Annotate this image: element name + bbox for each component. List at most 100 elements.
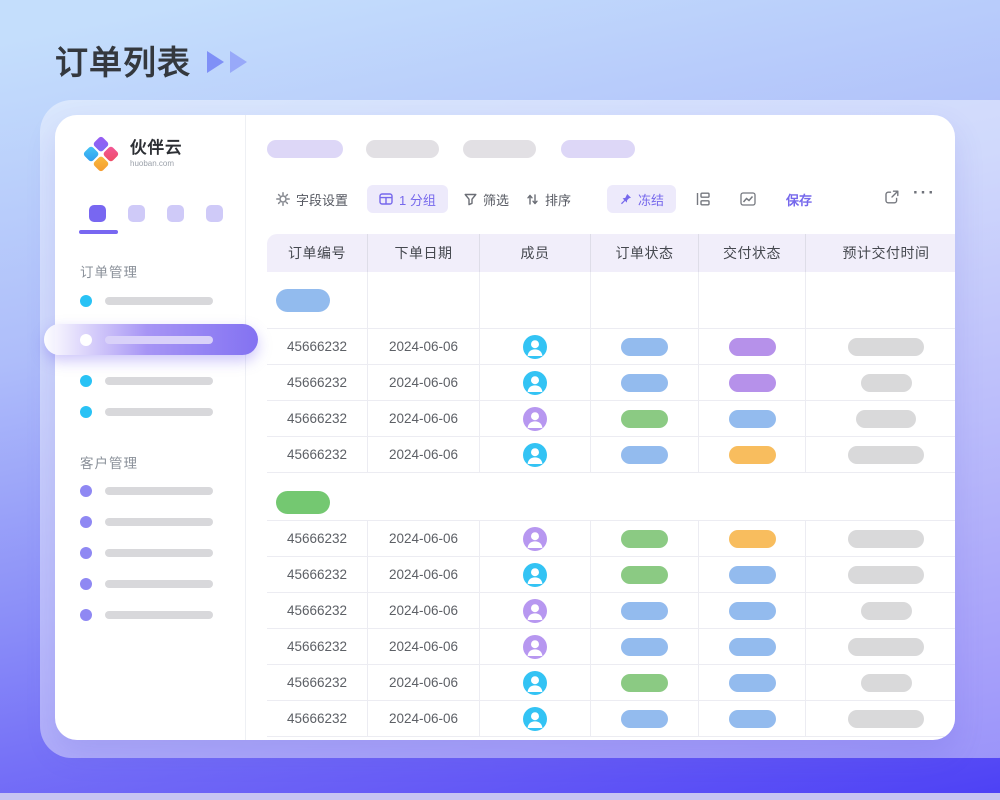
sidebar-item-active[interactable] bbox=[44, 324, 258, 355]
column-header-order-status[interactable]: 订单状态 bbox=[591, 234, 699, 272]
order-date-cell: 2024-06-06 bbox=[368, 665, 480, 700]
table-row[interactable]: 45666232 2024-06-06 bbox=[267, 437, 955, 473]
member-cell bbox=[480, 557, 591, 592]
more-button[interactable]: ··· bbox=[913, 185, 936, 201]
sort-arrows-icon bbox=[526, 193, 539, 206]
order-status-cell bbox=[591, 401, 699, 436]
order-number-cell: 45666232 bbox=[267, 629, 368, 664]
order-status-pill bbox=[621, 638, 668, 656]
order-status-pill bbox=[621, 530, 668, 548]
table-row[interactable]: 45666232 2024-06-06 bbox=[267, 593, 955, 629]
filter-button[interactable]: 筛选 bbox=[464, 191, 509, 207]
order-date-cell: 2024-06-06 bbox=[368, 557, 480, 592]
group-button[interactable]: 1 分组 bbox=[367, 185, 448, 213]
sidebar-item[interactable] bbox=[80, 406, 245, 418]
page-title-text: 订单列表 bbox=[55, 36, 191, 84]
member-avatar bbox=[523, 563, 547, 587]
delivery-status-pill bbox=[729, 674, 776, 692]
view-tab-placeholder[interactable] bbox=[366, 140, 439, 158]
bullet-dot-icon bbox=[80, 578, 92, 590]
eta-pill bbox=[848, 446, 924, 464]
order-number-cell: 45666232 bbox=[267, 665, 368, 700]
member-avatar bbox=[523, 671, 547, 695]
table-row[interactable]: 45666232 2024-06-06 bbox=[267, 401, 955, 437]
field-settings-label: 字段设置 bbox=[296, 190, 348, 209]
placeholder-bar bbox=[105, 518, 213, 526]
workspace-tabs bbox=[89, 205, 245, 222]
workspace-tab[interactable] bbox=[128, 205, 145, 222]
share-icon bbox=[884, 189, 900, 205]
sidebar-item[interactable] bbox=[80, 609, 245, 621]
column-header-eta[interactable]: 预计交付时间 bbox=[806, 234, 955, 272]
bullet-dot-icon bbox=[80, 375, 92, 387]
order-number-cell: 45666232 bbox=[267, 701, 368, 736]
sidebar-item[interactable] bbox=[80, 547, 245, 559]
field-settings-button[interactable]: 字段设置 bbox=[276, 191, 348, 207]
eta-pill bbox=[856, 410, 916, 428]
view-tab-placeholder[interactable] bbox=[561, 140, 635, 158]
order-number-cell: 45666232 bbox=[267, 437, 368, 472]
delivery-status-pill bbox=[729, 410, 776, 428]
workspace-tab[interactable] bbox=[206, 205, 223, 222]
row-height-button[interactable] bbox=[695, 191, 710, 207]
sidebar-item[interactable] bbox=[80, 578, 245, 590]
workspace-tab-active[interactable] bbox=[89, 205, 106, 222]
sidebar-section-customers-label: 客户管理 bbox=[80, 452, 245, 468]
order-date-cell: 2024-06-06 bbox=[368, 701, 480, 736]
table-row[interactable]: 45666232 2024-06-06 bbox=[267, 701, 955, 737]
delivery-status-pill bbox=[729, 638, 776, 656]
freeze-button[interactable]: 冻结 bbox=[607, 185, 676, 213]
order-number: 45666232 bbox=[287, 711, 347, 726]
sidebar-item[interactable] bbox=[80, 516, 245, 528]
eta-pill bbox=[848, 530, 924, 548]
save-button[interactable]: 保存 bbox=[786, 191, 812, 207]
view-tab-placeholder[interactable] bbox=[463, 140, 536, 158]
column-header-member[interactable]: 成员 bbox=[480, 234, 591, 272]
table-row[interactable]: 45666232 2024-06-06 bbox=[267, 521, 955, 557]
order-status-pill bbox=[621, 602, 668, 620]
view-tab-placeholder[interactable] bbox=[267, 140, 343, 158]
share-button[interactable] bbox=[884, 189, 900, 205]
placeholder-bar bbox=[105, 487, 213, 495]
delivery-status-cell bbox=[699, 593, 806, 628]
table-group-2: 45666232 2024-06-06 45666232 2024- bbox=[267, 484, 955, 737]
group-header-row bbox=[267, 484, 955, 521]
delivery-status-cell bbox=[699, 329, 806, 364]
group-pill[interactable] bbox=[276, 491, 330, 514]
order-date-cell: 2024-06-06 bbox=[368, 593, 480, 628]
table-row[interactable]: 45666232 2024-06-06 bbox=[267, 329, 955, 365]
sidebar-item[interactable] bbox=[80, 295, 245, 307]
order-status-pill bbox=[621, 566, 668, 584]
column-header-delivery-status[interactable]: 交付状态 bbox=[699, 234, 806, 272]
delivery-status-pill bbox=[729, 446, 776, 464]
sort-button[interactable]: 排序 bbox=[526, 191, 571, 207]
column-header-order-date[interactable]: 下单日期 bbox=[368, 234, 480, 272]
sidebar-item[interactable] bbox=[80, 375, 245, 387]
table-row[interactable]: 45666232 2024-06-06 bbox=[267, 629, 955, 665]
table-row[interactable]: 45666232 2024-06-06 bbox=[267, 665, 955, 701]
gear-icon bbox=[276, 192, 290, 206]
column-header-order-number[interactable]: 订单编号 bbox=[267, 234, 368, 272]
placeholder-bar bbox=[105, 336, 213, 344]
table-row[interactable]: 45666232 2024-06-06 bbox=[267, 365, 955, 401]
placeholder-bar bbox=[105, 611, 213, 619]
eta-pill bbox=[861, 602, 912, 620]
workspace-tab[interactable] bbox=[167, 205, 184, 222]
order-date: 2024-06-06 bbox=[389, 711, 458, 726]
member-avatar bbox=[523, 443, 547, 467]
delivery-status-cell bbox=[699, 629, 806, 664]
delivery-status-cell bbox=[699, 437, 806, 472]
sidebar-item[interactable] bbox=[80, 485, 245, 497]
order-status-cell bbox=[591, 629, 699, 664]
placeholder-bar bbox=[105, 297, 213, 305]
group-pill[interactable] bbox=[276, 289, 330, 312]
eta-pill bbox=[861, 674, 912, 692]
order-date-cell: 2024-06-06 bbox=[368, 521, 480, 556]
order-status-cell bbox=[591, 329, 699, 364]
tree-structure-icon bbox=[695, 192, 710, 206]
chart-button[interactable] bbox=[740, 191, 756, 207]
chart-icon bbox=[740, 192, 756, 206]
bullet-dot-icon bbox=[80, 485, 92, 497]
table-row[interactable]: 45666232 2024-06-06 bbox=[267, 557, 955, 593]
eta-cell bbox=[806, 437, 955, 472]
